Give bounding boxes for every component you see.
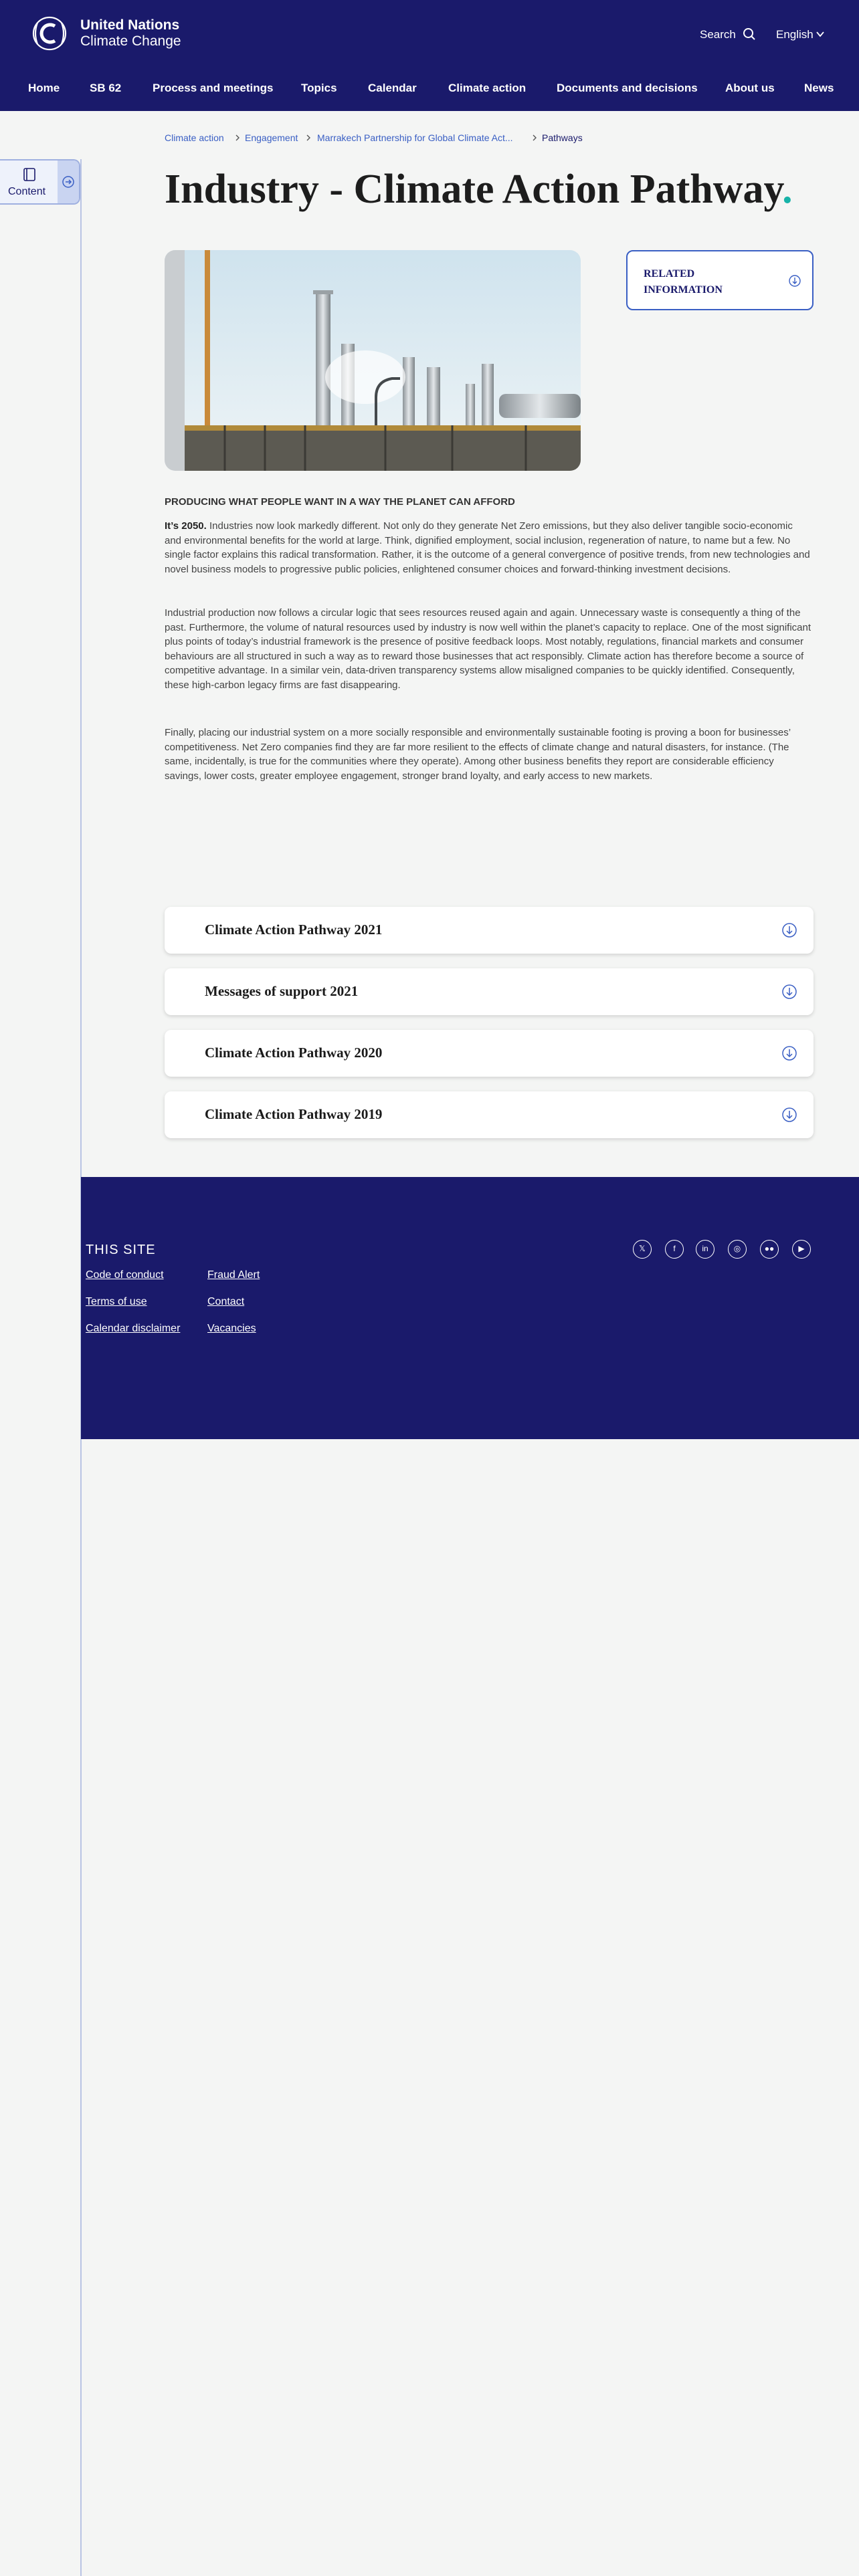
youtube-icon[interactable]: ▶ [792,1240,811,1259]
accordion-title: Climate Action Pathway 2020 [205,1045,383,1061]
paragraph-1-lead: It’s 2050. [165,520,207,532]
breadcrumb-engagement[interactable]: Engagement [245,132,298,143]
language-selector[interactable]: English [776,28,814,41]
title-accent-dot: . [782,167,793,212]
arrow-down-icon [782,1107,797,1122]
paragraph-1: It’s 2050. Industries now look markedly … [165,520,810,575]
unfccc-logo-icon[interactable] [28,15,71,52]
chevron-right-icon [533,134,537,141]
book-icon [23,168,35,181]
footer-link-fraud-alert[interactable]: Fraud Alert [207,1269,260,1281]
accordion-title: Climate Action Pathway 2019 [205,1106,383,1122]
paragraph-2: Industrial production now follows a circ… [165,607,812,691]
search-button[interactable]: Search [700,28,736,41]
accordion-title: Climate Action Pathway 2021 [205,922,383,938]
hero-image-industrial-plant [165,250,581,471]
chevron-right-icon [306,134,310,141]
content-tab-toggle[interactable] [58,160,79,203]
chevron-right-icon [235,134,240,141]
linkedin-icon[interactable]: in [696,1240,714,1259]
accordion-pathway-2020[interactable]: Climate Action Pathway 2020 [165,1030,814,1077]
nav-climate-action[interactable]: Climate action [448,82,526,95]
breadcrumb-climate-action[interactable]: Climate action [165,132,224,143]
arrow-down-icon [782,923,797,938]
nav-documents-decisions[interactable]: Documents and decisions [557,82,698,95]
arrow-down-icon [789,275,801,287]
nav-news[interactable]: News [804,82,834,95]
nav-sb62[interactable]: SB 62 [90,82,121,95]
org-name-line2[interactable]: Climate Change [80,33,181,49]
related-information-button[interactable]: RELATED INFORMATION [626,250,814,310]
nav-about-us[interactable]: About us [725,82,775,95]
footer-link-terms-of-use[interactable]: Terms of use [86,1296,147,1308]
content-tab-label: Content [8,186,46,197]
nav-topics[interactable]: Topics [301,82,337,95]
footer-heading: THIS SITE [86,1243,156,1257]
instagram-icon[interactable]: ◎ [728,1240,747,1259]
chevron-down-icon[interactable] [816,29,825,39]
x-icon[interactable]: 𝕏 [633,1240,652,1259]
breadcrumb-current: Pathways [542,132,583,143]
content-toc-tab[interactable]: Content [0,159,80,205]
nav-calendar[interactable]: Calendar [368,82,417,95]
site-footer [81,1177,859,1439]
arrow-down-icon [782,984,797,999]
page-title: Industry - Climate Action Pathway. [165,167,793,212]
accordion-title: Messages of support 2021 [205,983,359,999]
arrow-right-icon [62,176,74,188]
search-icon[interactable] [743,27,756,41]
footer-link-code-of-conduct[interactable]: Code of conduct [86,1269,164,1281]
breadcrumb-marrakech[interactable]: Marrakech Partnership for Global Climate… [317,132,513,143]
facebook-icon[interactable]: f [665,1240,684,1259]
arrow-down-icon [782,1046,797,1061]
flickr-icon[interactable]: ●● [760,1240,779,1259]
nav-process-meetings[interactable]: Process and meetings [153,82,273,95]
accordion-pathway-2021[interactable]: Climate Action Pathway 2021 [165,907,814,954]
section-kicker: PRODUCING WHAT PEOPLE WANT IN A WAY THE … [165,496,515,508]
accordion-messages-2021[interactable]: Messages of support 2021 [165,968,814,1015]
org-name-line1[interactable]: United Nations [80,17,179,33]
footer-link-contact[interactable]: Contact [207,1296,244,1308]
related-information-label: RELATED INFORMATION [644,268,723,296]
footer-link-calendar-disclaimer[interactable]: Calendar disclaimer [86,1323,180,1335]
accordion-pathway-2019[interactable]: Climate Action Pathway 2019 [165,1091,814,1138]
paragraph-3: Finally, placing our industrial system o… [165,727,791,782]
nav-home[interactable]: Home [28,82,60,95]
footer-link-vacancies[interactable]: Vacancies [207,1323,256,1335]
